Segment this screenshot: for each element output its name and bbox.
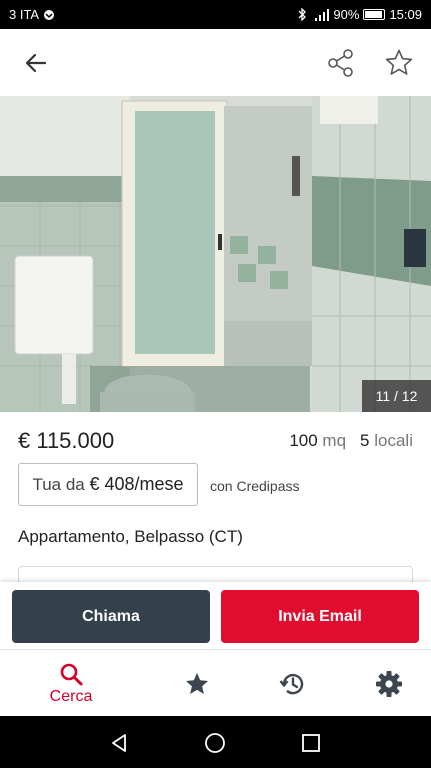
bottom-tab-bar: Cerca [0,649,431,716]
history-icon [279,673,304,694]
contact-action-bar: Chiama Invia Email [0,582,431,649]
tab-search-label: Cerca [49,687,93,705]
app-bar-actions [323,45,417,81]
arrow-back-icon [25,53,47,72]
clock: 15:09 [389,7,422,22]
search-icon [60,663,83,685]
area-unit: mq [322,431,347,450]
battery-percent: 90% [333,7,360,22]
area-spec: 100 mq [289,431,346,451]
battery-fill [365,11,382,18]
tab-history[interactable] [243,650,343,717]
mortgage-estimate-button[interactable]: Tua da € 408/mese [18,463,198,506]
call-button[interactable]: Chiama [12,590,210,643]
signal-carrier-icon [44,9,55,20]
nav-back-icon[interactable] [108,732,130,754]
credit-provider-note: con Credipass [210,478,300,494]
status-bar-right: 90% 15:09 [298,7,422,22]
area-value: 100 [289,431,318,450]
share-button[interactable] [323,45,359,81]
rooms-spec: 5 locali [360,431,413,451]
app-bar [0,29,431,96]
star-outline-icon [385,49,413,75]
nav-recents-icon[interactable] [300,732,322,754]
rooms-unit: locali [374,431,413,450]
photo-counter: 11 / 12 [362,380,431,412]
send-email-button[interactable]: Invia Email [221,590,419,643]
bathroom-photo [0,96,431,412]
credit-amount: € 408/mese [89,474,184,494]
nav-home-icon[interactable] [204,732,226,754]
listing-specs: 100 mq 5 locali [289,431,413,451]
tab-favorites[interactable] [147,650,247,717]
bluetooth-icon [298,8,307,21]
share-icon [328,48,353,77]
cell-signal-icon [315,8,330,21]
tab-search[interactable]: Cerca [21,650,121,717]
status-bar: 3 ITA 90% 15:09 [0,0,431,29]
status-bar-left: 3 ITA [9,7,55,22]
listing-price: € 115.000 [18,428,115,453]
listing-photo[interactable]: 11 / 12 [0,96,431,412]
carrier-label: 3 ITA [9,7,40,22]
listing-title: Appartamento, Belpasso (CT) [18,527,243,546]
favorite-button[interactable] [381,45,417,81]
battery-icon [363,9,386,20]
star-icon [186,672,208,694]
gear-icon [376,670,402,697]
rooms-value: 5 [360,431,370,450]
system-navigation-bar [0,716,431,768]
back-button[interactable] [18,45,54,81]
tab-settings[interactable] [339,650,431,717]
credit-prefix: Tua da [32,474,85,494]
